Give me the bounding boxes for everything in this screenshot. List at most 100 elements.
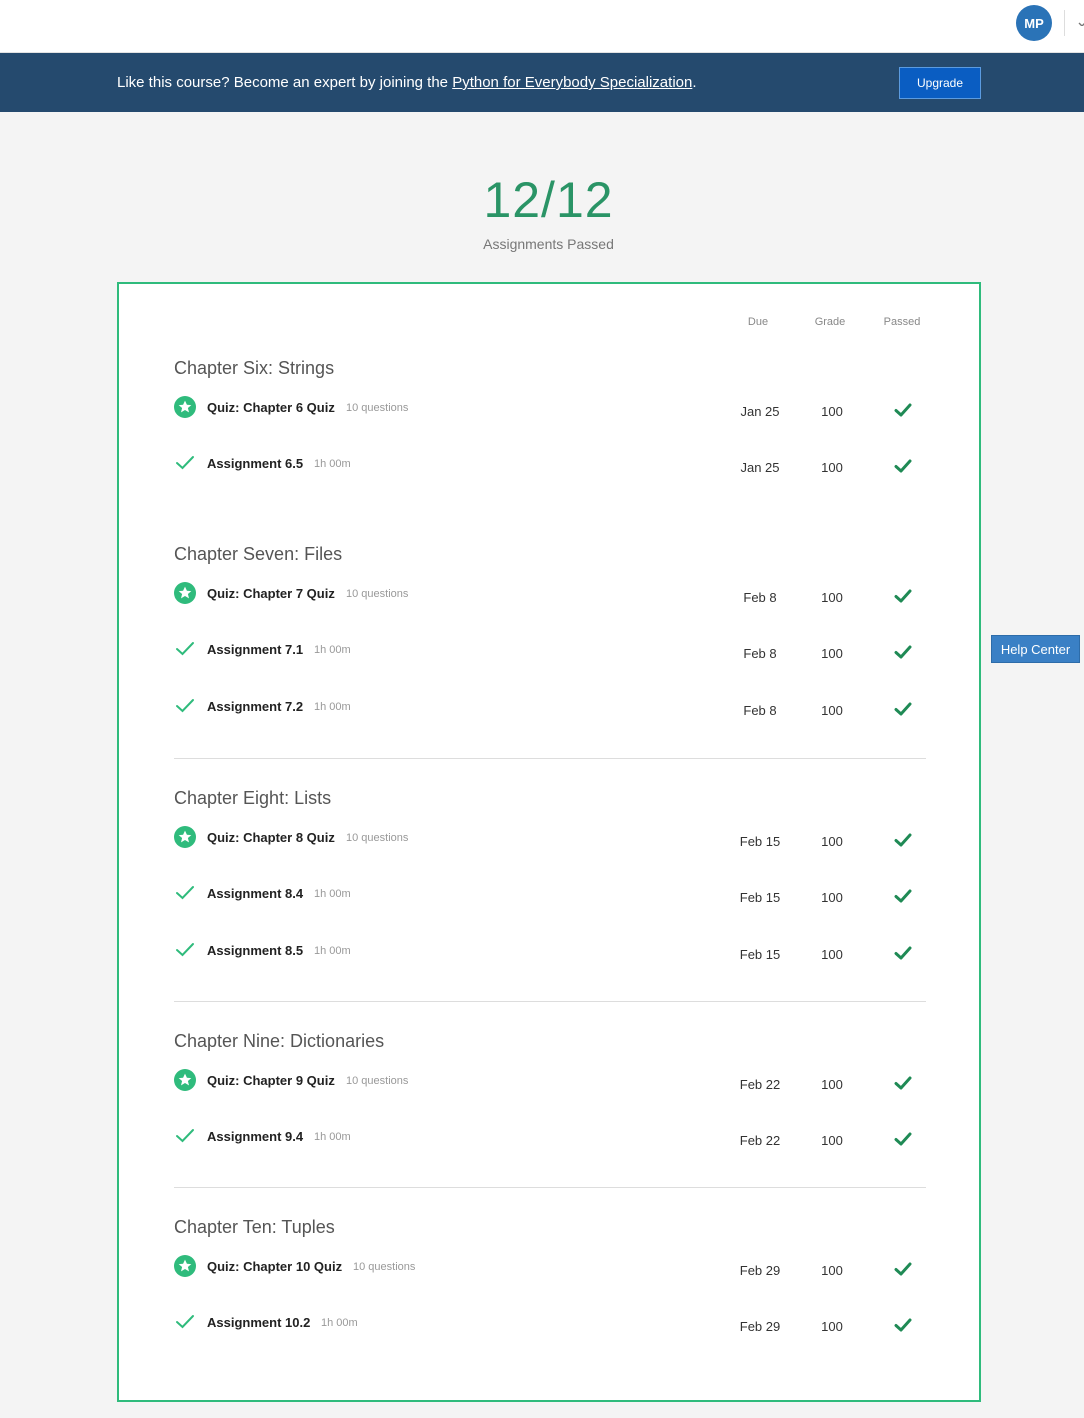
assignment-row[interactable]: Quiz: Chapter 9 Quiz 10 questions Feb 22 10… xyxy=(174,1069,926,1097)
assignment-row[interactable]: Assignment 9.4 1h 00m Feb 22 100 xyxy=(174,1125,926,1153)
chevron-down-icon[interactable] xyxy=(1076,16,1084,26)
quiz-link[interactable]: Quiz: Chapter 9 Quiz xyxy=(207,1073,335,1088)
due-date: Feb 29 xyxy=(739,1319,781,1334)
item-meta: 1h 00m xyxy=(314,644,351,656)
grade-value: 100 xyxy=(821,1133,843,1148)
specialization-link[interactable]: Python for Everybody Specialization xyxy=(452,74,692,91)
due-date: Feb 15 xyxy=(739,890,781,905)
column-header-passed: Passed xyxy=(883,316,921,328)
star-badge-icon xyxy=(174,582,196,604)
section-divider xyxy=(174,1001,926,1002)
bold-checkmark-icon xyxy=(894,888,914,904)
assignment-row[interactable]: Quiz: Chapter 6 Quiz 10 questions Jan 25 10… xyxy=(174,396,926,424)
assignment-row[interactable]: Quiz: Chapter 10 Quiz 10 questions Feb 29 1… xyxy=(174,1255,926,1283)
chapter-title[interactable]: Chapter Seven: Files xyxy=(174,544,342,565)
banner-text-before: Like this course? Become an expert by jo… xyxy=(117,74,453,91)
assignment-row[interactable]: Quiz: Chapter 7 Quiz 10 questions Feb 8 100 xyxy=(174,582,926,610)
item-meta: 10 questions xyxy=(346,588,409,600)
upgrade-banner: Like this course? Become an expert by jo… xyxy=(0,53,1084,112)
item-meta: 10 questions xyxy=(346,1075,409,1087)
grade-value: 100 xyxy=(821,703,843,718)
star-badge-icon xyxy=(174,1069,196,1091)
assignment-row[interactable]: Assignment 7.2 1h 00m Feb 8 100 xyxy=(174,695,926,723)
assignment-link[interactable]: Assignment 10.2 xyxy=(207,1315,310,1330)
assignment-link[interactable]: Assignment 7.1 xyxy=(207,642,303,657)
avatar[interactable]: MP xyxy=(1016,5,1052,41)
topbar-divider xyxy=(1064,10,1065,36)
section-divider xyxy=(174,1187,926,1188)
assignment-row[interactable]: Assignment 8.5 1h 00m Feb 15 100 xyxy=(174,939,926,967)
assignment-link[interactable]: Assignment 8.5 xyxy=(207,943,303,958)
item-meta: 1h 00m xyxy=(314,888,351,900)
banner-text-after: . xyxy=(692,74,697,91)
due-date: Feb 15 xyxy=(739,834,781,849)
bold-checkmark-icon xyxy=(894,402,914,418)
bold-checkmark-icon xyxy=(894,1131,914,1147)
grade-value: 100 xyxy=(821,1077,843,1092)
due-date: Feb 8 xyxy=(743,590,777,605)
grade-value: 100 xyxy=(821,947,843,962)
grade-value: 100 xyxy=(821,834,843,849)
banner-text: Like this course? Become an expert by jo… xyxy=(117,74,697,91)
assignment-row[interactable]: Assignment 10.2 1h 00m Feb 29 100 xyxy=(174,1311,926,1339)
star-badge-icon xyxy=(174,1255,196,1277)
bold-checkmark-icon xyxy=(894,945,914,961)
checkmark-icon xyxy=(174,452,196,474)
checkmark-icon xyxy=(174,638,196,660)
quiz-link[interactable]: Quiz: Chapter 8 Quiz xyxy=(207,830,335,845)
grade-value: 100 xyxy=(821,590,843,605)
assignment-link[interactable]: Assignment 6.5 xyxy=(207,456,303,471)
grade-value: 100 xyxy=(821,1319,843,1334)
item-meta: 1h 00m xyxy=(314,1131,351,1143)
item-meta: 10 questions xyxy=(346,402,409,414)
chapter-title[interactable]: Chapter Eight: Lists xyxy=(174,788,331,809)
due-date: Feb 22 xyxy=(739,1133,781,1148)
quiz-link[interactable]: Quiz: Chapter 10 Quiz xyxy=(207,1259,342,1274)
star-badge-icon xyxy=(174,826,196,848)
upgrade-button[interactable]: Upgrade xyxy=(899,67,981,99)
chapter-title[interactable]: Chapter Ten: Tuples xyxy=(174,1217,335,1238)
due-date: Feb 8 xyxy=(743,646,777,661)
quiz-link[interactable]: Quiz: Chapter 6 Quiz xyxy=(207,400,335,415)
chapter-title[interactable]: Chapter Six: Strings xyxy=(174,358,334,379)
section-divider xyxy=(174,758,926,759)
assignment-row[interactable]: Assignment 8.4 1h 00m Feb 15 100 xyxy=(174,882,926,910)
score-value: 12/12 xyxy=(483,172,614,228)
due-date: Jan 25 xyxy=(740,460,780,475)
grade-value: 100 xyxy=(821,1263,843,1278)
grade-value: 100 xyxy=(821,404,843,419)
checkmark-icon xyxy=(174,882,196,904)
bold-checkmark-icon xyxy=(894,1075,914,1091)
checkmark-icon xyxy=(174,1125,196,1147)
quiz-link[interactable]: Quiz: Chapter 7 Quiz xyxy=(207,586,335,601)
item-meta: 10 questions xyxy=(346,832,409,844)
bold-checkmark-icon xyxy=(894,644,914,660)
assignment-link[interactable]: Assignment 8.4 xyxy=(207,886,303,901)
item-meta: 1h 00m xyxy=(321,1317,358,1329)
bold-checkmark-icon xyxy=(894,701,914,717)
top-bar: MP xyxy=(0,0,1084,53)
column-header-grade: Grade xyxy=(814,316,846,328)
assignment-row[interactable]: Assignment 6.5 1h 00m Jan 25 100 xyxy=(174,452,926,480)
checkmark-icon xyxy=(174,1311,196,1333)
star-badge-icon xyxy=(174,396,196,418)
assignment-row[interactable]: Quiz: Chapter 8 Quiz 10 questions Feb 15 10… xyxy=(174,826,926,854)
assignment-row[interactable]: Assignment 7.1 1h 00m Feb 8 100 xyxy=(174,638,926,666)
grades-card: Due Grade Passed Chapter Six: Strings Qui… xyxy=(117,282,981,1402)
item-meta: 10 questions xyxy=(353,1261,416,1273)
column-header-due: Due xyxy=(747,316,769,328)
bold-checkmark-icon xyxy=(894,588,914,604)
assignment-link[interactable]: Assignment 7.2 xyxy=(207,699,303,714)
bold-checkmark-icon xyxy=(894,1317,914,1333)
due-date: Jan 25 xyxy=(740,404,780,419)
help-center-button[interactable]: Help Center xyxy=(991,635,1080,663)
item-meta: 1h 00m xyxy=(314,701,351,713)
chapter-title[interactable]: Chapter Nine: Dictionaries xyxy=(174,1031,384,1052)
grade-value: 100 xyxy=(821,460,843,475)
assignment-link[interactable]: Assignment 9.4 xyxy=(207,1129,303,1144)
grade-value: 100 xyxy=(821,890,843,905)
grade-value: 100 xyxy=(821,646,843,661)
score-label: Assignments Passed xyxy=(483,236,614,252)
item-meta: 1h 00m xyxy=(314,945,351,957)
due-date: Feb 22 xyxy=(739,1077,781,1092)
